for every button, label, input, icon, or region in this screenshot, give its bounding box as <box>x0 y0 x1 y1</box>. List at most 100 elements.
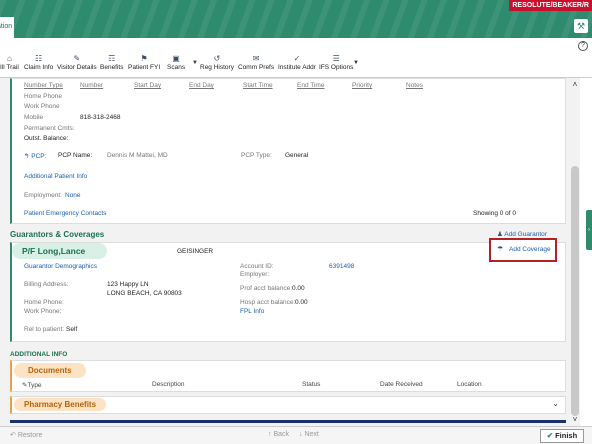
flag-icon: ⚑ <box>140 54 148 63</box>
restore-button[interactable]: ↶ Restore <box>10 431 42 439</box>
mobile-number: 818-318-2468 <box>80 114 121 121</box>
next-button[interactable]: ↓ Next <box>299 431 319 438</box>
toolbar-label: Scans <box>167 64 186 71</box>
benefits-icon: ☶ <box>108 54 116 63</box>
ifs-options-dropdown-icon[interactable]: ▼ <box>353 60 359 66</box>
checkmark-icon: ✓ <box>293 54 301 63</box>
documents-title[interactable]: Documents <box>14 363 86 378</box>
phone-row-label: Work Phone <box>24 103 60 110</box>
header-pattern <box>0 0 592 38</box>
toolbar-label: Reg History <box>200 64 234 71</box>
comm-icon: ✉ <box>252 54 260 63</box>
toolbar-claim-info[interactable]: ☷ Claim Info <box>24 54 53 71</box>
toolbar-label: Institute Addr <box>278 64 316 71</box>
emergency-contacts-link[interactable]: Patient Emergency Contacts <box>24 210 106 217</box>
footer-bar: ↶ Restore ↑ Back ↓ Next ✔ Finish <box>0 426 592 444</box>
toolbar-patient-fyi[interactable]: ⚑ Patient FYI <box>128 54 160 71</box>
scroll-thumb[interactable] <box>571 166 579 416</box>
col-number[interactable]: Number <box>80 82 103 89</box>
doc-col-status[interactable]: Status <box>302 381 320 388</box>
add-coverage-label: Add Coverage <box>509 246 551 253</box>
scroll-down-icon[interactable]: ˅ <box>570 415 580 424</box>
help-icon[interactable]: ? <box>578 41 588 51</box>
add-coverage-button[interactable]: ☂ Add Coverage <box>489 238 557 262</box>
pcp-link-label: PCP: <box>31 153 47 160</box>
documents-card: Documents ✎Type Description Status Date … <box>10 360 566 392</box>
rel-to-patient-label: Rel to patient: <box>24 326 65 333</box>
col-start-time[interactable]: Start Time <box>243 82 273 89</box>
pcp-name-label: PCP Name: <box>58 152 93 159</box>
work-phone-label: Work Phone: <box>24 308 62 315</box>
toolbar-ifs-options[interactable]: ☰ IFS Options <box>319 54 353 71</box>
col-notes[interactable]: Notes <box>406 82 423 89</box>
toolbar-institute-addr[interactable]: ✓ Institute Addr <box>278 54 316 71</box>
doc-col-location[interactable]: Location <box>457 381 482 388</box>
side-panel-toggle[interactable]: › <box>586 210 592 250</box>
finish-button[interactable]: ✔ Finish <box>540 429 584 443</box>
col-number-type[interactable]: Number Type <box>24 82 63 89</box>
doc-col-type[interactable]: ✎Type <box>22 381 42 389</box>
toolbar-label: Visitor Details <box>57 64 97 71</box>
add-person-icon: ♟ <box>497 231 503 238</box>
guarantor-card: P/F Long,Lance GEISINGER Guarantor Demog… <box>10 242 566 342</box>
toolbar-scans[interactable]: ▣ Scans <box>167 54 185 71</box>
pcp-type: General <box>285 152 309 159</box>
col-start-day[interactable]: Start Day <box>134 82 161 89</box>
prof-balance-label: Prof acct balance: <box>240 285 293 292</box>
toolbar-label: Ill Trail <box>0 64 19 71</box>
doc-col-description[interactable]: Description <box>152 381 185 388</box>
scrollbar[interactable]: ˄ ˅ <box>570 78 580 426</box>
col-end-day[interactable]: End Day <box>189 82 214 89</box>
scroll-up-icon[interactable]: ˄ <box>570 80 580 89</box>
active-tab-label: ation <box>0 23 13 30</box>
additional-patient-info-link[interactable]: Additional Patient Info <box>24 173 87 180</box>
environment-label: RESOLUTE/BEAKER/R <box>509 0 592 11</box>
wrench-icon[interactable]: ⚒ <box>574 19 588 33</box>
back-label: Back <box>273 431 290 438</box>
additional-info-title: ADDITIONAL INFO <box>10 351 68 358</box>
pcp-name: Dennis M Mattei, MD <box>107 152 168 159</box>
doc-col-date-received[interactable]: Date Received <box>380 381 423 388</box>
home-phone-label: Home Phone: <box>24 299 64 306</box>
fpl-info-link[interactable]: FPL Info <box>240 308 264 315</box>
toolbar-benefits[interactable]: ☶ Benefits <box>100 54 124 71</box>
toolbar-visitor-details[interactable]: ✎ Visitor Details <box>57 54 97 71</box>
outst-balance-label: Outst. Balance: <box>24 135 69 142</box>
employment-label: Employment: <box>24 192 62 199</box>
toolbar-label: IFS Options <box>319 64 354 71</box>
toolbar: ? ⌂ Ill Trail ☷ Claim Info ✎ Visitor Detail… <box>0 38 592 78</box>
guarantor-payer: GEISINGER <box>177 248 214 255</box>
account-id-value[interactable]: 6391498 <box>329 263 354 270</box>
toolbar-audit-trail[interactable]: ⌂ Ill Trail <box>0 54 19 71</box>
rel-to-patient-value: Self <box>66 326 78 333</box>
toolbar-label: Claim Info <box>24 64 54 71</box>
toolbar-reg-history[interactable]: ↺ Reg History <box>200 54 234 71</box>
add-guarantor-button[interactable]: ♟ Add Guarantor <box>497 230 547 238</box>
employment-value[interactable]: None <box>65 192 81 199</box>
claim-icon: ☷ <box>35 54 43 63</box>
expand-chevron-icon[interactable]: ⌄ <box>552 399 559 408</box>
pcp-link[interactable]: ↰ PCP: <box>24 152 46 160</box>
col-priority[interactable]: Priority <box>352 82 372 89</box>
scans-dropdown-icon[interactable]: ▼ <box>192 60 198 66</box>
guarantor-demographics-link[interactable]: Guarantor Demographics <box>24 263 97 270</box>
pharmacy-benefits-card: Pharmacy Benefits ⌄ <box>10 396 566 414</box>
col-end-time[interactable]: End Time <box>297 82 324 89</box>
pcp-type-label: PCP Type: <box>241 152 272 159</box>
home-icon: ⌂ <box>6 54 12 63</box>
hosp-balance-label: Hosp acct balance: <box>240 299 296 306</box>
guarantors-section-title: Guarantors & Coverages <box>10 230 105 239</box>
phone-row-label: Mobile <box>24 114 44 121</box>
permanent-cmts-label: Permanent Cmts: <box>24 125 75 132</box>
account-id-label: Account ID: <box>240 263 274 270</box>
toolbar-comm-prefs[interactable]: ✉ Comm Prefs <box>238 54 274 71</box>
toolbar-label: Benefits <box>100 64 124 71</box>
next-label: Next <box>304 431 319 438</box>
active-activity-tab[interactable]: ation <box>0 17 14 38</box>
back-button[interactable]: ↑ Back <box>268 431 289 438</box>
billing-address-line2: LONG BEACH, CA 90803 <box>107 290 182 297</box>
patient-info-card: Number Type Number Start Day End Day Sta… <box>10 78 566 224</box>
guarantor-name[interactable]: P/F Long,Lance <box>12 243 108 259</box>
pharmacy-benefits-title[interactable]: Pharmacy Benefits <box>14 398 107 411</box>
app-header: RESOLUTE/BEAKER/R ation ⚒ <box>0 0 592 38</box>
